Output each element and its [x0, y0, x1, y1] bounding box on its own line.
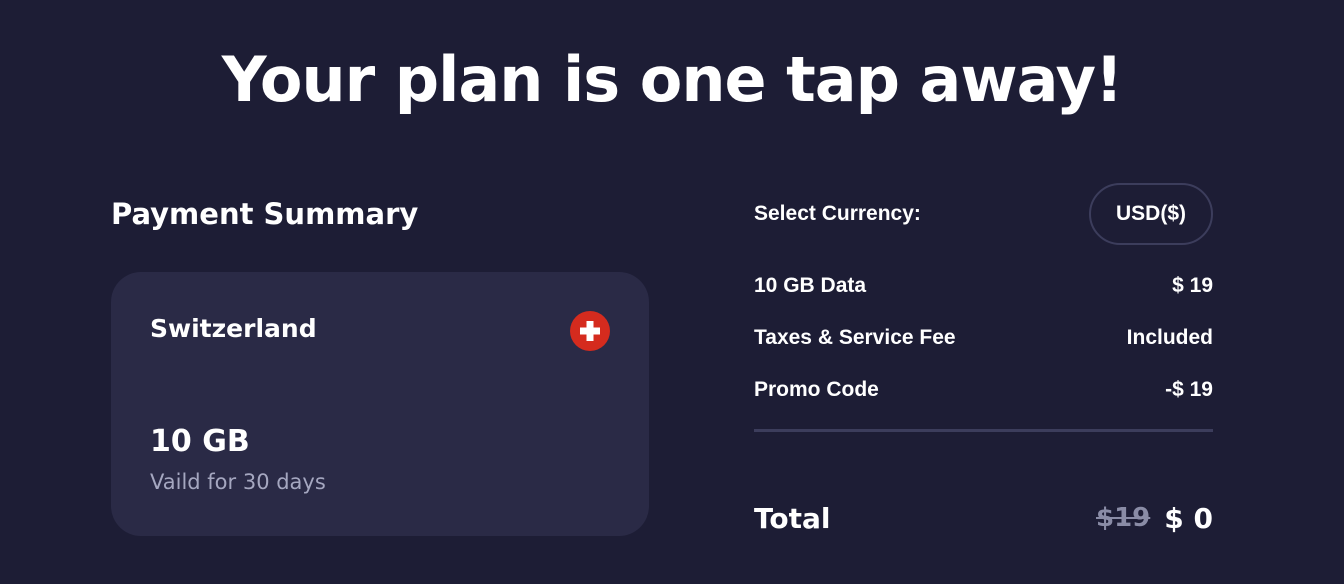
line-item-label: 10 GB Data — [754, 274, 867, 297]
plan-data-amount: 10 GB — [150, 424, 250, 459]
line-item-label: Promo Code — [754, 378, 879, 401]
page-headline: Your plan is one tap away! — [221, 43, 1124, 116]
switzerland-flag-icon — [570, 311, 610, 351]
line-item-taxes: Taxes & Service Fee Included — [754, 323, 1213, 353]
line-item-label: Taxes & Service Fee — [754, 326, 956, 349]
line-item-data: 10 GB Data $ 19 — [754, 271, 1213, 301]
line-item-value: -$ 19 — [1165, 378, 1213, 401]
plan-card: Switzerland 10 GB Vaild for 30 days — [111, 272, 649, 536]
total-values: $19 $ 0 — [1096, 502, 1213, 535]
plan-country: Switzerland — [150, 314, 317, 343]
plan-validity: Vaild for 30 days — [150, 470, 326, 494]
line-item-promo: Promo Code -$ 19 — [754, 375, 1213, 405]
line-item-value: $ 19 — [1172, 274, 1213, 297]
currency-select-button[interactable]: USD($) — [1089, 183, 1213, 245]
original-price: $19 — [1096, 503, 1151, 533]
total-price: $ 0 — [1164, 501, 1213, 535]
currency-row: Select Currency: USD($) — [754, 182, 1213, 246]
payment-summary-title: Payment Summary — [111, 197, 419, 231]
total-row: Total $19 $ 0 — [754, 497, 1213, 539]
total-label: Total — [754, 501, 831, 535]
currency-label: Select Currency: — [754, 202, 921, 225]
line-item-value: Included — [1126, 326, 1213, 349]
summary-divider — [754, 429, 1213, 432]
